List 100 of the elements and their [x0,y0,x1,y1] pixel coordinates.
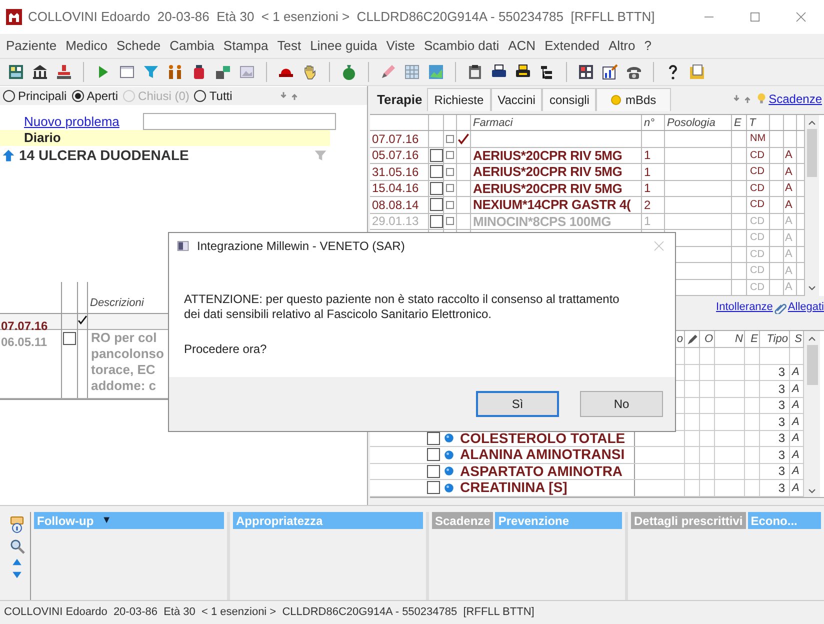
search-icon[interactable] [10,539,24,554]
checkbox[interactable] [430,182,442,195]
close-icon[interactable] [795,11,807,23]
checkbox[interactable] [427,448,440,462]
boxes-icon[interactable] [215,64,231,80]
bottle-icon[interactable] [191,64,207,80]
arrow-down-icon[interactable] [279,91,288,101]
intolerances-link[interactable]: Intolleranze [716,298,773,316]
calculator-icon[interactable] [578,64,594,80]
problem-item[interactable]: 14 ULCERA DUODENALE [19,144,189,166]
menu-item[interactable]: Scambio dati [424,36,500,56]
menu-item[interactable]: Schede [116,36,161,56]
window-icon[interactable] [119,64,135,80]
stamp-icon[interactable] [56,64,72,80]
arrow-down-icon[interactable] [732,94,741,104]
scroll-down-icon[interactable] [808,486,816,494]
printer-icon[interactable] [515,64,531,80]
checkbox[interactable] [63,332,76,345]
scrollbar-thumb[interactable] [806,345,818,385]
money-bag-icon[interactable] [341,64,357,80]
checkbox[interactable] [430,214,442,228]
menu-item[interactable]: Extended [544,36,600,56]
drug-name: AERIUS*20CPR RIV 5MG [473,180,622,196]
checkbox[interactable] [430,198,442,212]
pencil-icon[interactable] [380,64,396,80]
checkbox[interactable] [427,432,440,445]
problem-input-field[interactable] [143,113,336,130]
scrollbar[interactable] [805,115,819,296]
small-checkbox[interactable] [446,217,454,226]
notes-info-icon[interactable] [9,514,25,536]
folder-icon[interactable] [689,64,705,80]
scroll-down-icon[interactable] [808,284,816,292]
new-problem-link[interactable]: Nuovo problema [0,112,143,132]
arrow-up-icon[interactable] [2,148,15,162]
menu-item[interactable]: Stampa [223,36,268,56]
funnel-icon[interactable] [143,64,159,80]
status-dot-icon [444,482,454,493]
building-icon[interactable] [32,64,48,80]
tab[interactable]: consigli [542,88,596,111]
printer-icon[interactable] [491,64,507,80]
menu-item[interactable]: Cambia [170,36,214,56]
window-title: COLLOVINI Edoardo 20-03-86 Età 30 < 1 esenzioni > CLLDRD86C20G914A - 550234785 [RFFLL BTTN] [28,8,655,26]
menu-item[interactable]: Paziente [6,36,57,56]
checkbox[interactable] [430,165,442,178]
small-checkbox[interactable] [446,151,454,160]
clipboard-icon[interactable] [467,64,483,80]
scroll-up-icon[interactable] [808,335,816,343]
hand-icon[interactable] [302,64,318,80]
tree-icon[interactable] [539,64,555,80]
tab[interactable]: mBds [596,88,672,111]
menu-item[interactable]: ACN [508,36,536,56]
checkbox[interactable] [430,148,442,162]
code-cell-text: A [792,431,800,446]
menu-item[interactable]: Viste [386,36,415,56]
code-cell-text: A [785,214,792,229]
deadlines-link[interactable]: Scadenze [768,90,822,108]
small-checkbox[interactable] [446,134,454,143]
maximize-icon[interactable] [749,11,761,23]
chart-icon[interactable] [602,64,618,80]
tab[interactable]: Vaccini [490,88,542,111]
code-cell-text: A [785,280,792,295]
dialog-button[interactable]: Sì [476,391,559,417]
arrow-down-icon[interactable] [11,570,23,580]
code-cell-text: A [785,264,792,278]
panel-tab[interactable]: Follow-up ▼ [34,512,224,529]
diary-label[interactable]: Diario [0,130,330,146]
small-checkbox[interactable] [446,200,454,209]
calculator-icon[interactable] [8,64,24,80]
people-icon[interactable] [167,64,183,80]
date-cell: 07.07.16 [372,131,419,146]
date-cell: 29.01.13 [372,214,419,229]
arrow-up-icon[interactable] [11,557,23,567]
radio-button[interactable]: Principali [3,87,67,105]
small-checkbox[interactable] [446,168,454,176]
type-cell: 3 [778,447,785,462]
attachments-link[interactable]: Allegati [788,298,824,316]
arrow-up-icon[interactable] [290,91,300,101]
radio-button[interactable]: Tutti [194,87,232,105]
grid-icon[interactable] [404,64,420,80]
scrollbar-thumb[interactable] [807,129,817,177]
menu-item[interactable]: Linee guida [310,36,378,56]
type-cell: 3 [778,364,785,380]
dropdown-caret[interactable]: ▼ [102,513,112,528]
column-header: Tipo [766,332,788,347]
dialog-button[interactable]: No [580,391,663,417]
code-cell-text: CD [750,231,764,246]
menu-item[interactable]: Test [277,36,302,56]
scrollbar[interactable] [804,331,820,496]
checkbox[interactable] [427,464,440,478]
code-cell-text: CD [750,248,764,262]
code-cell-text: A [792,398,800,413]
phone-icon[interactable] [626,64,642,80]
menu-item[interactable]: ? [644,36,652,56]
tab[interactable]: Richieste [427,88,491,111]
menu-item[interactable]: Medico [66,36,108,56]
small-checkbox[interactable] [446,184,454,192]
radio-button[interactable]: Aperti [72,87,118,105]
scroll-up-icon[interactable] [808,119,816,127]
menu-item[interactable]: Altro [608,36,636,56]
checkbox[interactable] [427,481,440,494]
